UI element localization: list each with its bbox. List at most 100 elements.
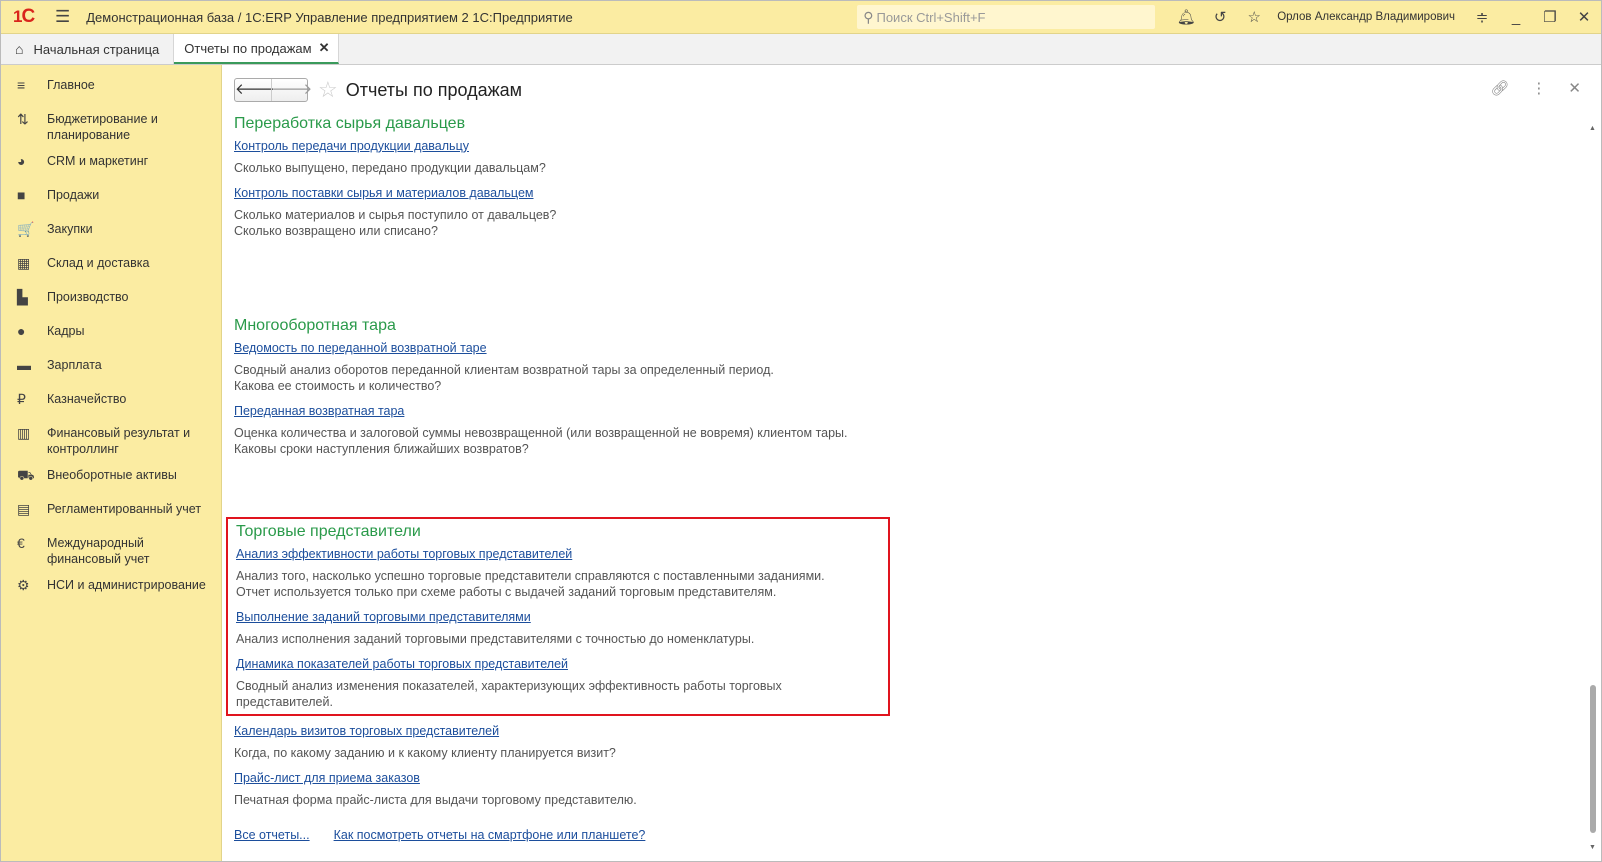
sidebar-item-label: Производство	[47, 290, 129, 304]
report-description: Сколько выпущено, передано продукции дав…	[234, 160, 1601, 176]
report-description: Печатная форма прайс-листа для выдачи то…	[234, 792, 1601, 808]
sidebar-item-label: НСИ и администрирование	[47, 578, 206, 592]
description-line: Когда, по какому заданию и к какому клие…	[234, 746, 616, 760]
sidebar-item-label: Финансовый результат и контроллинг	[47, 426, 191, 456]
description-line: Анализ того, насколько успешно торговые …	[236, 569, 825, 583]
description-line: Сводный анализ изменения показателей, ха…	[236, 679, 782, 709]
minimize-icon[interactable]: _	[1499, 9, 1533, 26]
highlight-box: Торговые представители Анализ эффективнос…	[226, 517, 890, 716]
close-icon[interactable]: ✕	[1568, 79, 1581, 97]
sidebar-item-label: Регламентированный учет	[47, 502, 202, 516]
bell-icon[interactable]: 🔔︎	[1169, 8, 1203, 26]
scrollbar-thumb[interactable]	[1590, 685, 1596, 833]
sidebar-item-label: CRM и маркетинг	[47, 154, 149, 168]
sidebar-item[interactable]: ■ Продажи	[1, 181, 221, 215]
sidebar-item[interactable]: ◕ CRM и маркетинг	[1, 147, 221, 181]
section-icon: ⇅	[17, 111, 29, 127]
sidebar-item[interactable]: ● Кадры	[1, 317, 221, 351]
sidebar-item-label: Международный финансовый учет	[47, 536, 150, 566]
description-line: Сводный анализ оборотов переданной клиен…	[234, 363, 774, 377]
description-line: Каковы сроки наступления ближайших возвр…	[234, 442, 529, 456]
app-title: Демонстрационная база / 1С:ERP Управлени…	[86, 9, 573, 25]
section-icon: €	[17, 535, 25, 551]
link-icon[interactable]: 🔗︎	[1490, 79, 1509, 97]
sidebar-item-label: Бюджетирование и планирование	[47, 112, 158, 142]
tab-sales-reports[interactable]: Отчеты по продажам ✕	[174, 34, 339, 64]
section-icon: 🛒	[17, 221, 35, 237]
report-link[interactable]: Контроль поставки сырья и материалов дав…	[234, 186, 1601, 200]
section-icon: ₽	[17, 391, 26, 407]
report-description: Анализ того, насколько успешно торговые …	[236, 568, 880, 600]
sidebar-item-label: Кадры	[47, 324, 85, 338]
back-button[interactable]: 🡐	[235, 79, 275, 101]
menu-icon[interactable]: ☰	[55, 7, 70, 27]
restore-icon[interactable]: ❐	[1533, 8, 1567, 26]
tab-bar: ⌂ Начальная страница Отчеты по продажам ✕	[1, 34, 1601, 65]
report-description: Сводный анализ оборотов переданной клиен…	[234, 362, 1601, 394]
favorite-star-icon[interactable]: ☆	[318, 77, 338, 103]
sidebar-item-label: Закупки	[47, 222, 93, 236]
description-line: Сколько возвращено или списано?	[234, 224, 438, 238]
home-icon: ⌂	[15, 41, 24, 57]
forward-button[interactable]: 🡒	[271, 79, 312, 101]
nav-buttons: 🡐 🡒	[234, 78, 312, 102]
report-link[interactable]: Контроль передачи продукции давальцу	[234, 139, 1601, 153]
title-bar: 1С ☰ Демонстрационная база / 1С:ERP Упра…	[1, 1, 1601, 34]
report-link[interactable]: Анализ эффективности работы торговых пре…	[236, 547, 880, 561]
report-link[interactable]: Динамика показателей работы торговых пре…	[236, 657, 880, 671]
report-link[interactable]: Переданная возвратная тара	[234, 404, 1601, 418]
sidebar-item[interactable]: ⇅ Бюджетирование и планирование	[1, 105, 221, 147]
section-icon: ▤	[17, 501, 31, 517]
report-description: Анализ исполнения заданий торговыми пред…	[236, 631, 880, 647]
sidebar-item-label: Зарплата	[47, 358, 102, 372]
sidebar-item[interactable]: ₽ Казначейство	[1, 385, 221, 419]
1c-logo: 1С	[13, 6, 35, 27]
section-icon: ◕	[17, 153, 26, 169]
report-description: Оценка количества и залоговой суммы нево…	[234, 425, 1601, 457]
report-link[interactable]: Ведомость по переданной возвратной таре	[234, 341, 1601, 355]
report-link[interactable]: Календарь визитов торговых представителе…	[234, 724, 1601, 738]
section-title: Торговые представители	[236, 523, 421, 540]
sidebar-item[interactable]: € Международный финансовый учет	[1, 529, 221, 571]
report-description: Когда, по какому заданию и к какому клие…	[234, 745, 1601, 761]
report-link[interactable]: Прайс-лист для приема заказов	[234, 771, 1601, 785]
search-input[interactable]: ⚲ Поиск Ctrl+Shift+F	[857, 5, 1156, 29]
scrollbar[interactable]: ▲ ▼	[1589, 125, 1597, 851]
more-icon[interactable]: ⋮	[1531, 79, 1546, 97]
sidebar-item[interactable]: ⚙ НСИ и администрирование	[1, 571, 221, 605]
page-title: Отчеты по продажам	[345, 79, 523, 100]
report-description: Сколько материалов и сырья поступило от …	[234, 207, 1601, 239]
section-title: Многооборотная тара	[234, 317, 396, 334]
description-line: Отчет используется только при схеме рабо…	[236, 585, 777, 599]
sidebar-item[interactable]: ≡ Главное	[1, 71, 221, 105]
description-line: Сколько выпущено, передано продукции дав…	[234, 161, 546, 175]
sidebar-item[interactable]: ▙ Производство	[1, 283, 221, 317]
report-description: Сводный анализ изменения показателей, ха…	[236, 678, 880, 710]
all-reports-link[interactable]: Все отчеты...	[234, 828, 310, 842]
sidebar-item[interactable]: ⛟ Внеоборотные активы	[1, 461, 221, 495]
description-line: Анализ исполнения заданий торговыми пред…	[236, 632, 755, 646]
sidebar-item[interactable]: ▬ Зарплата	[1, 351, 221, 385]
close-window-icon[interactable]: ✕	[1567, 8, 1601, 26]
mobile-reports-link[interactable]: Как посмотреть отчеты на смартфоне или п…	[334, 828, 646, 842]
sidebar-item[interactable]: ▤ Регламентированный учет	[1, 495, 221, 529]
section-icon: ●	[17, 323, 26, 339]
description-line: Какова ее стоимость и количество?	[234, 379, 442, 393]
sidebar-item-label: Главное	[47, 78, 95, 92]
history-icon[interactable]: ↺	[1203, 8, 1237, 26]
user-name[interactable]: Орлов Александр Владимирович	[1277, 11, 1455, 23]
sidebar-item-label: Продажи	[47, 188, 100, 202]
description-line: Печатная форма прайс-листа для выдачи то…	[234, 793, 637, 807]
sidebar-item[interactable]: ▥ Финансовый результат и контроллинг	[1, 419, 221, 461]
sidebar-item[interactable]: 🛒 Закупки	[1, 215, 221, 249]
settings-menu-icon[interactable]: ≑	[1465, 8, 1499, 26]
description-line: Сколько материалов и сырья поступило от …	[234, 208, 557, 222]
sidebar-item[interactable]: ▦ Склад и доставка	[1, 249, 221, 283]
close-tab-icon[interactable]: ✕	[319, 40, 330, 56]
tab-home[interactable]: ⌂ Начальная страница	[1, 34, 175, 64]
section-icon: ■	[17, 187, 26, 203]
sidebar-item-label: Склад и доставка	[47, 256, 150, 270]
report-link[interactable]: Выполнение заданий торговыми представите…	[236, 610, 880, 624]
section-icon: ▙	[17, 289, 28, 305]
star-icon[interactable]: ☆	[1237, 8, 1271, 26]
